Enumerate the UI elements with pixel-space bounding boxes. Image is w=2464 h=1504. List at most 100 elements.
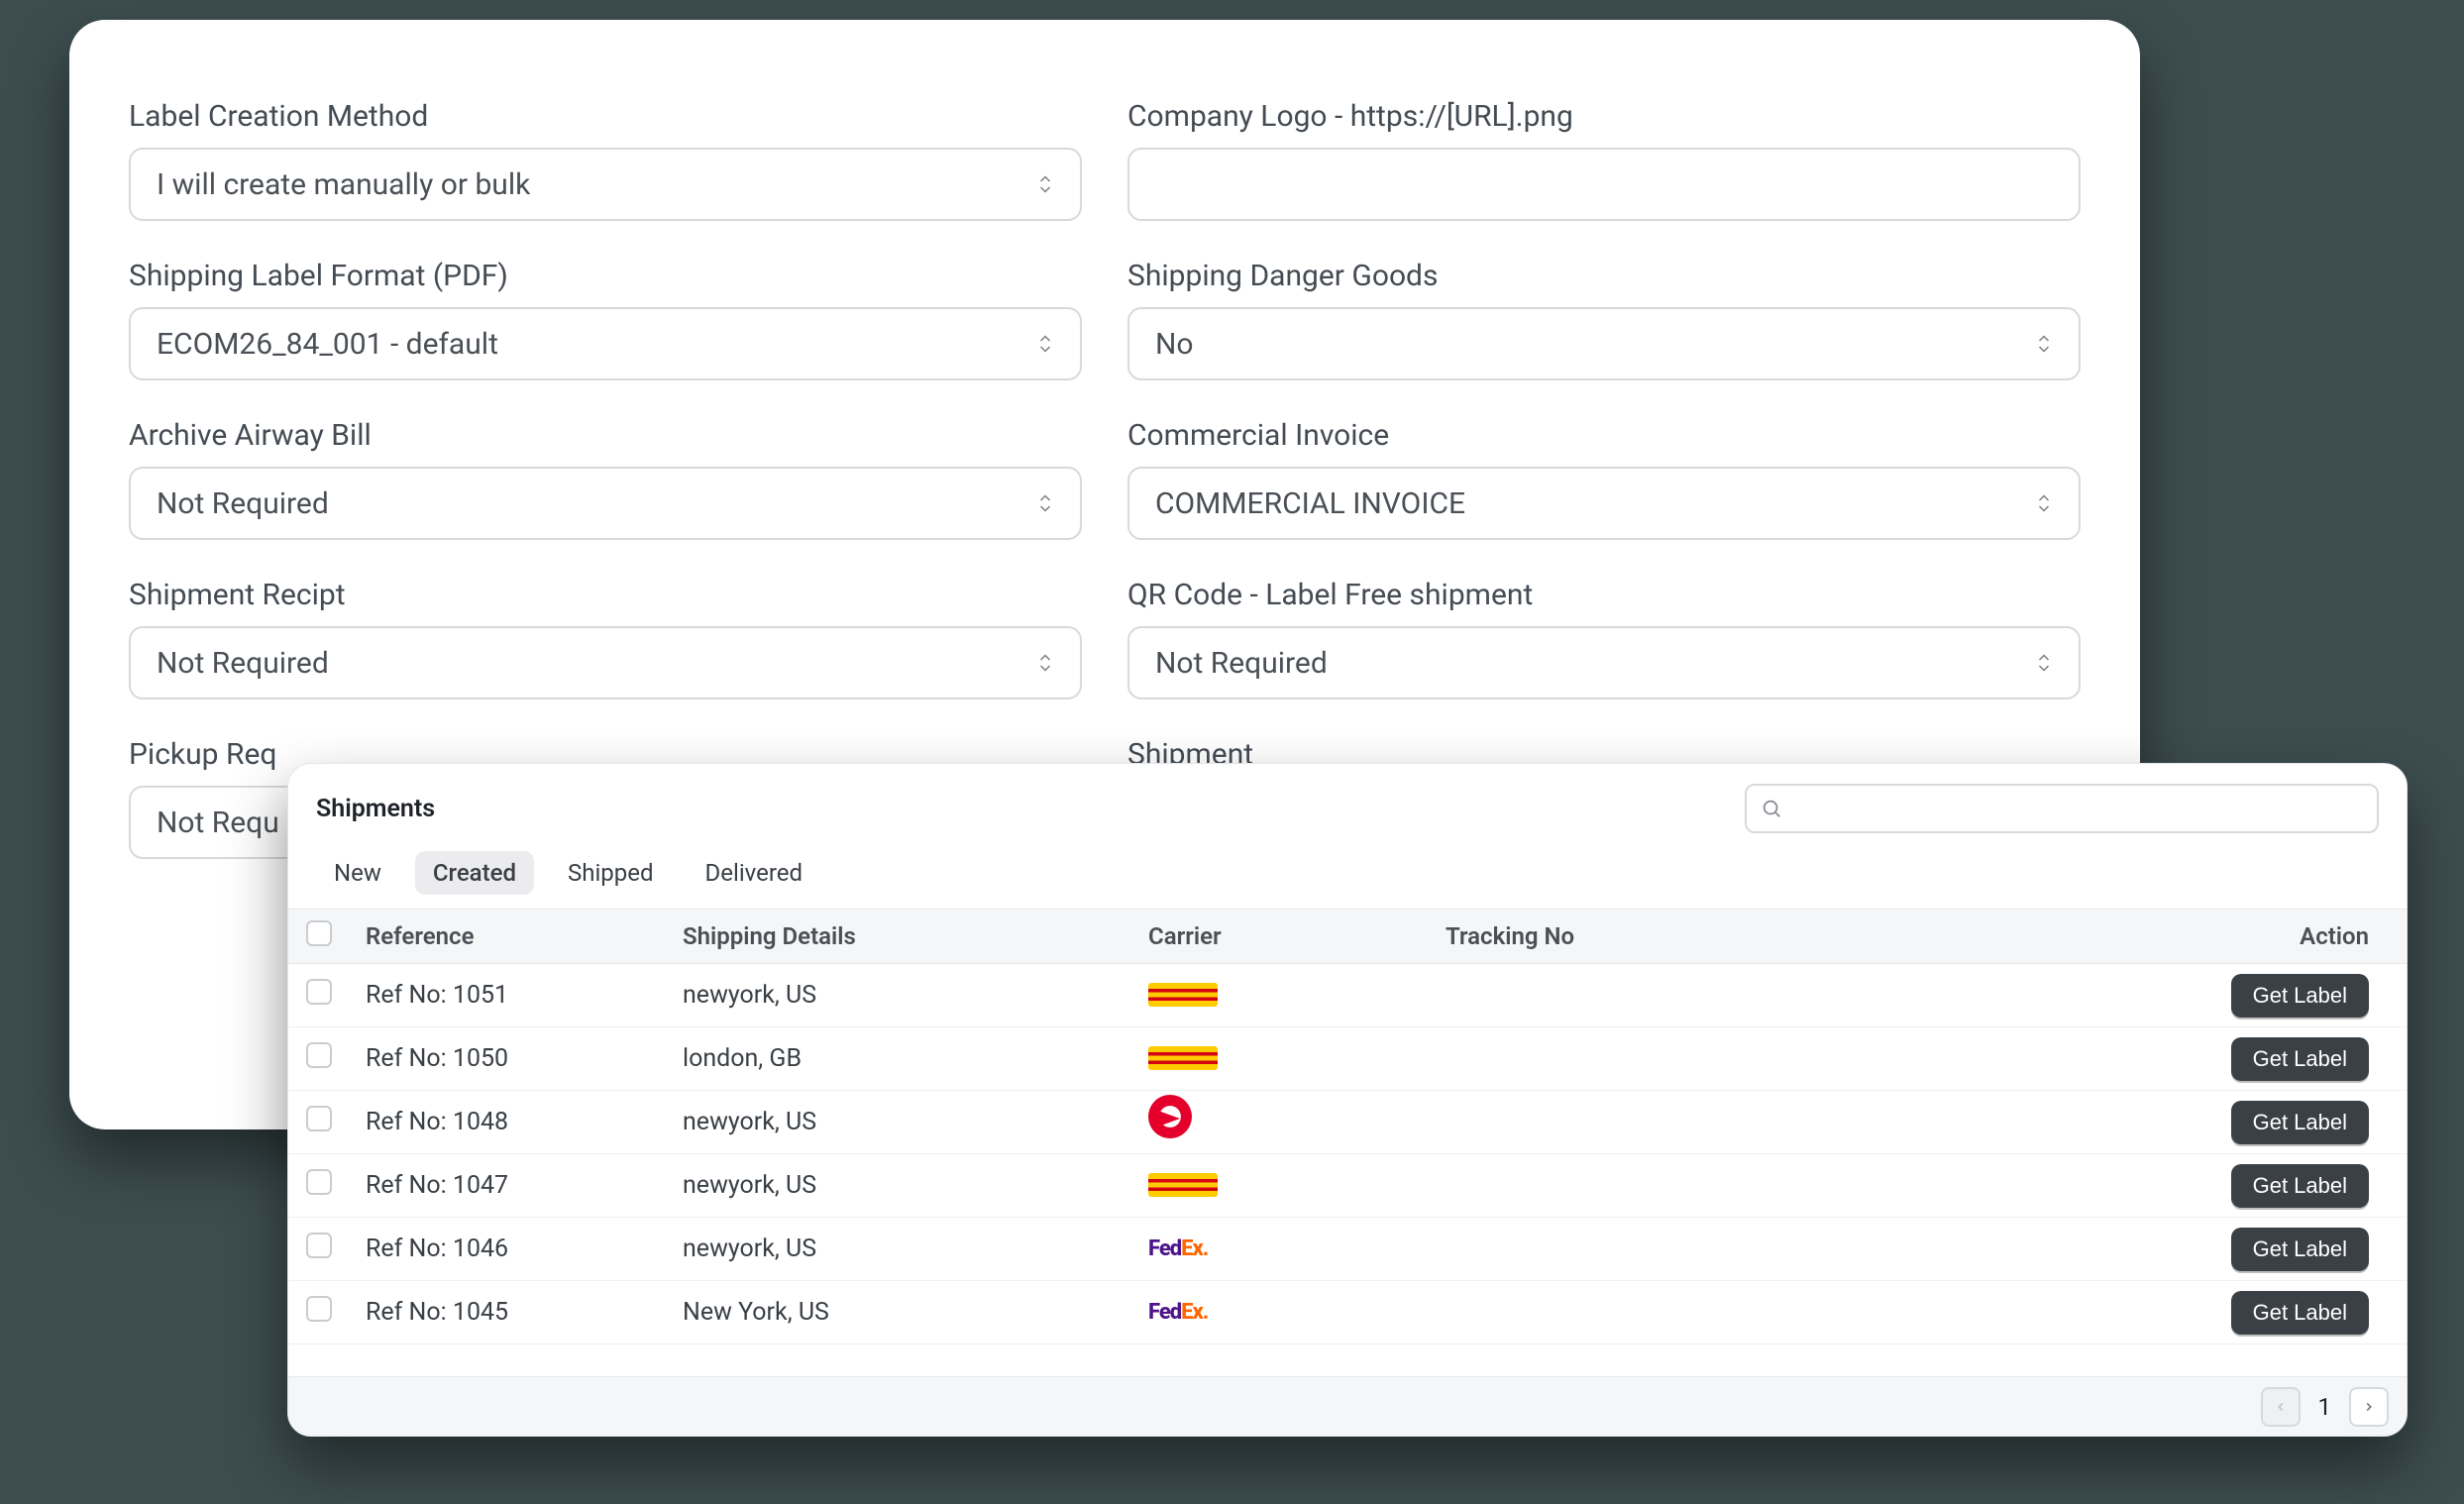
carrier-fedex-icon: FedEx.: [1148, 1296, 1208, 1330]
chevron-updown-icon: [1036, 492, 1054, 514]
get-label-button[interactable]: Get Label: [2231, 1164, 2369, 1208]
cell-reference: Ref No: 1047: [366, 1171, 683, 1200]
carrier-dhl-icon: [1148, 978, 1218, 1012]
cell-details: london, GB: [683, 1044, 1148, 1073]
carrier-fedex-icon: FedEx.: [1148, 1233, 1208, 1266]
chevron-updown-icon: [1036, 333, 1054, 355]
settings-field: Company Logo - https://[URL].png: [1127, 99, 2081, 221]
get-label-button[interactable]: Get Label: [2231, 1037, 2369, 1081]
field-label: Label Creation Method: [129, 99, 1082, 134]
field-label: Shipping Danger Goods: [1127, 259, 2081, 293]
select-input[interactable]: COMMERCIAL INVOICE: [1127, 467, 2081, 540]
th-details: Shipping Details: [683, 922, 1148, 950]
table-row: Ref No: 1051newyork, US Get Label: [288, 964, 2407, 1027]
table-row: Ref No: 1050london, GB Get Label: [288, 1027, 2407, 1091]
get-label-button[interactable]: Get Label: [2231, 1228, 2369, 1271]
select-value: COMMERCIAL INVOICE: [1155, 486, 1465, 521]
field-label: Archive Airway Bill: [129, 418, 1082, 453]
shipments-title: Shipments: [316, 795, 435, 823]
text-input[interactable]: [1127, 148, 2081, 221]
chevron-updown-icon: [2035, 333, 2053, 355]
th-reference: Reference: [366, 922, 683, 950]
field-label: Commercial Invoice: [1127, 418, 2081, 453]
search-input[interactable]: [1792, 786, 2363, 831]
cell-carrier: [1148, 1168, 1446, 1204]
settings-field: Shipping Label Format (PDF) ECOM26_84_001…: [129, 259, 1082, 380]
select-input[interactable]: I will create manually or bulk: [129, 148, 1082, 221]
row-checkbox[interactable]: [306, 1106, 332, 1131]
row-checkbox[interactable]: [306, 979, 332, 1005]
th-tracking: Tracking No: [1446, 922, 2000, 950]
tab-created[interactable]: Created: [415, 851, 534, 895]
carrier-canadapost-icon: [1148, 1100, 1192, 1133]
cell-reference: Ref No: 1050: [366, 1044, 683, 1073]
cell-carrier: [1148, 1041, 1446, 1077]
table-row: Ref No: 1048newyork, US Get Label: [288, 1091, 2407, 1154]
row-checkbox[interactable]: [306, 1169, 332, 1195]
carrier-dhl-icon: [1148, 1168, 1218, 1202]
select-value: ECOM26_84_001 - default: [157, 327, 498, 362]
select-all-checkbox[interactable]: [306, 920, 332, 946]
cell-reference: Ref No: 1048: [366, 1108, 683, 1136]
cell-carrier: FedEx.: [1148, 1296, 1446, 1330]
cell-reference: Ref No: 1045: [366, 1298, 683, 1327]
pager-next-button[interactable]: [2349, 1387, 2389, 1427]
select-value: Not Required: [157, 646, 329, 681]
text-input-field[interactable]: [1155, 150, 2053, 219]
select-input[interactable]: Not Required: [1127, 626, 2081, 699]
cell-details: newyork, US: [683, 1235, 1148, 1263]
get-label-button[interactable]: Get Label: [2231, 1291, 2369, 1335]
cell-details: newyork, US: [683, 1171, 1148, 1200]
settings-field: Archive Airway Bill Not Required: [129, 418, 1082, 540]
select-input[interactable]: ECOM26_84_001 - default: [129, 307, 1082, 380]
cell-carrier: [1148, 1100, 1446, 1145]
tab-delivered[interactable]: Delivered: [688, 851, 821, 895]
pager: 1: [288, 1376, 2407, 1436]
cell-reference: Ref No: 1046: [366, 1235, 683, 1263]
row-checkbox[interactable]: [306, 1296, 332, 1322]
select-input[interactable]: No: [1127, 307, 2081, 380]
select-value: No: [1155, 327, 1194, 362]
table-header: Reference Shipping Details Carrier Track…: [288, 909, 2407, 964]
field-label: Company Logo - https://[URL].png: [1127, 99, 2081, 134]
pager-current-page: 1: [2308, 1393, 2342, 1421]
pager-prev-button[interactable]: [2261, 1387, 2301, 1427]
select-value: Not Required: [1155, 646, 1328, 681]
cell-reference: Ref No: 1051: [366, 981, 683, 1010]
row-checkbox[interactable]: [306, 1042, 332, 1068]
table-row: Ref No: 1046newyork, USFedEx. Get Label: [288, 1218, 2407, 1281]
chevron-updown-icon: [2035, 492, 2053, 514]
settings-field: QR Code - Label Free shipment Not Require…: [1127, 578, 2081, 699]
settings-field: Shipment Recipt Not Required: [129, 578, 1082, 699]
cell-carrier: FedEx.: [1148, 1233, 1446, 1266]
chevron-updown-icon: [2035, 652, 2053, 674]
th-carrier: Carrier: [1148, 922, 1446, 950]
th-action: Action: [2000, 922, 2389, 950]
tab-shipped[interactable]: Shipped: [550, 851, 672, 895]
select-input[interactable]: Not Required: [129, 626, 1082, 699]
select-value: Not Requ: [157, 806, 279, 840]
get-label-button[interactable]: Get Label: [2231, 974, 2369, 1018]
tab-new[interactable]: New: [316, 851, 399, 895]
table-row: Ref No: 1045New York, USFedEx.Get Label: [288, 1281, 2407, 1344]
get-label-button[interactable]: Get Label: [2231, 1101, 2369, 1144]
settings-field: Shipping Danger Goods No: [1127, 259, 2081, 380]
select-value: I will create manually or bulk: [157, 167, 530, 202]
select-value: Not Required: [157, 486, 329, 521]
row-checkbox[interactable]: [306, 1233, 332, 1258]
settings-field: Label Creation Method I will create manua…: [129, 99, 1082, 221]
field-label: Shipping Label Format (PDF): [129, 259, 1082, 293]
field-label: QR Code - Label Free shipment: [1127, 578, 2081, 612]
select-input[interactable]: Not Required: [129, 467, 1082, 540]
field-label: Shipment Recipt: [129, 578, 1082, 612]
settings-field: Commercial Invoice COMMERCIAL INVOICE: [1127, 418, 2081, 540]
shipments-tabs: New Created Shipped Delivered: [288, 841, 2407, 909]
cell-carrier: [1148, 978, 1446, 1014]
table-row: Ref No: 1047newyork, US Get Label: [288, 1154, 2407, 1218]
search-icon: [1761, 798, 1782, 819]
cell-details: newyork, US: [683, 1108, 1148, 1136]
shipments-panel: Shipments New Created Shipped Delivered Ref…: [287, 763, 2408, 1437]
shipments-search[interactable]: [1745, 784, 2379, 833]
cell-details: newyork, US: [683, 981, 1148, 1010]
chevron-updown-icon: [1036, 652, 1054, 674]
